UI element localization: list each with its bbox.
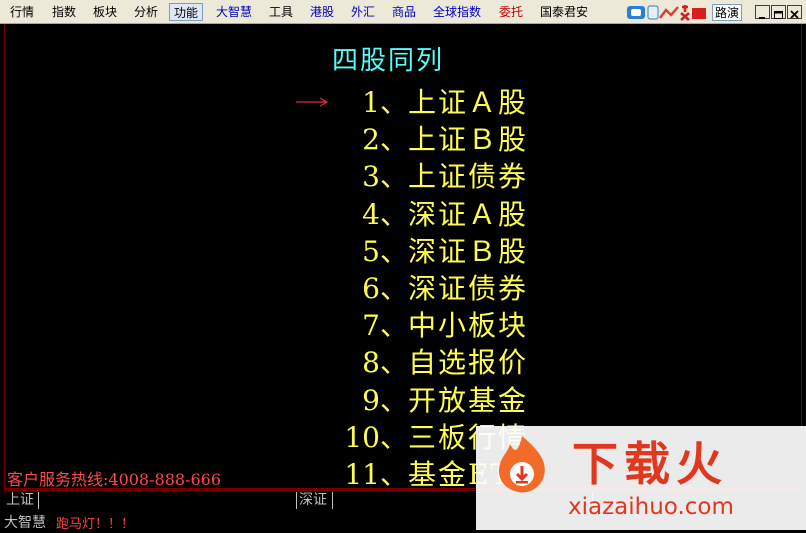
roadshow-button[interactable]: 路演 bbox=[712, 4, 743, 21]
menu-commodity[interactable]: 商品 bbox=[388, 3, 420, 21]
flame-logo-icon bbox=[498, 436, 545, 493]
list-item-watchlist[interactable]: 8、自选报价 bbox=[338, 346, 533, 383]
menu-index[interactable]: 指数 bbox=[48, 3, 80, 21]
watermark-title: 下载火 bbox=[572, 437, 728, 491]
menu-guotai-junan[interactable]: 国泰君安 bbox=[536, 3, 592, 21]
watermark-overlay: 下载火 xiazaihuo.com bbox=[476, 426, 806, 530]
watermark-domain: xiazaihuo.com bbox=[568, 494, 734, 520]
menu-sector[interactable]: 板块 bbox=[89, 3, 121, 21]
dazhihui-logo-icon bbox=[627, 5, 706, 21]
close-icon bbox=[790, 10, 799, 19]
menu-trade[interactable]: 委托 bbox=[495, 3, 527, 21]
maximize-icon bbox=[774, 11, 783, 19]
menu-forex[interactable]: 外汇 bbox=[347, 3, 379, 21]
list-item-open-funds[interactable]: 9、开放基金 bbox=[338, 384, 533, 421]
menu-tools[interactable]: 工具 bbox=[265, 3, 297, 21]
ticker-marquee: 跑马灯！！！ bbox=[56, 517, 135, 532]
close-button[interactable] bbox=[787, 5, 802, 19]
menu-dazhihui[interactable]: 大智慧 bbox=[212, 3, 256, 21]
minimize-icon bbox=[759, 17, 765, 19]
list-item-sz-b-shares[interactable]: 5、深证Ｂ股 bbox=[338, 235, 533, 272]
list-item-sh-b-shares[interactable]: 2、上证Ｂ股 bbox=[338, 123, 533, 160]
menu-hk-stocks[interactable]: 港股 bbox=[306, 3, 338, 21]
status-cell-shanghai-value bbox=[39, 492, 297, 509]
status-cell-shenzhen[interactable]: 深证 bbox=[297, 492, 333, 509]
list-item-sme-board[interactable]: 7、中小板块 bbox=[338, 309, 533, 346]
service-hotline: 客户服务热线:4008-888-666 bbox=[7, 470, 222, 489]
ticker-brand: 大智慧 bbox=[4, 515, 46, 531]
menu-quotes[interactable]: 行情 bbox=[6, 3, 38, 21]
maximize-button[interactable] bbox=[771, 5, 786, 19]
list-item-sh-a-shares[interactable]: 1、上证Ａ股 bbox=[338, 86, 533, 123]
menu-analysis[interactable]: 分析 bbox=[130, 3, 162, 21]
list-item-sz-a-shares[interactable]: 4、深证Ａ股 bbox=[338, 198, 533, 235]
menu-bar: 行情 指数 板块 分析 功能 大智慧 工具 港股 外汇 商品 全球指数 委托 国… bbox=[0, 0, 806, 24]
page-title: 四股同列 bbox=[331, 46, 444, 76]
menu-global-index[interactable]: 全球指数 bbox=[429, 3, 485, 21]
menu-function[interactable]: 功能 bbox=[169, 3, 204, 21]
list-item-sh-bonds[interactable]: 3、上证债券 bbox=[338, 160, 533, 197]
minimize-button[interactable] bbox=[755, 5, 770, 19]
selection-arrow-icon bbox=[296, 97, 328, 107]
list-item-sz-bonds[interactable]: 6、深证债券 bbox=[338, 272, 533, 309]
status-cell-shanghai[interactable]: 上证 bbox=[4, 492, 39, 509]
